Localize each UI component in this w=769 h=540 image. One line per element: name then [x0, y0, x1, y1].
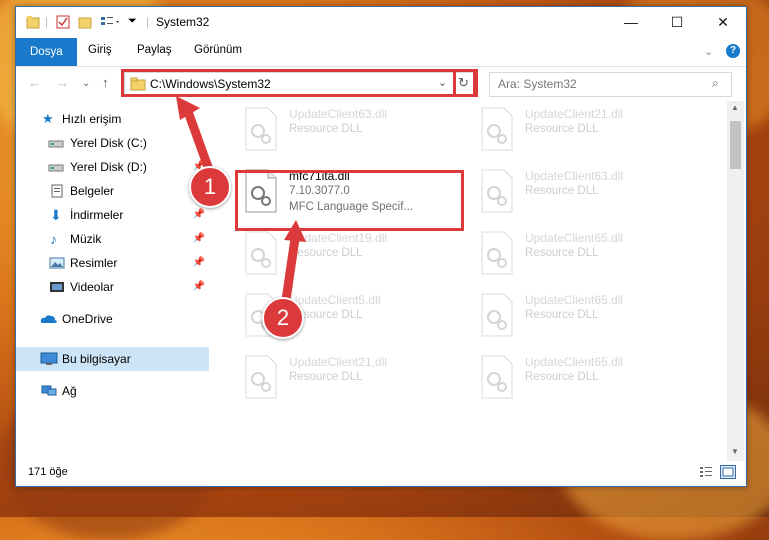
annotation-arrows [176, 96, 306, 305]
step-badge-2: 2 [262, 297, 304, 339]
step-badge-1: 1 [189, 166, 231, 208]
